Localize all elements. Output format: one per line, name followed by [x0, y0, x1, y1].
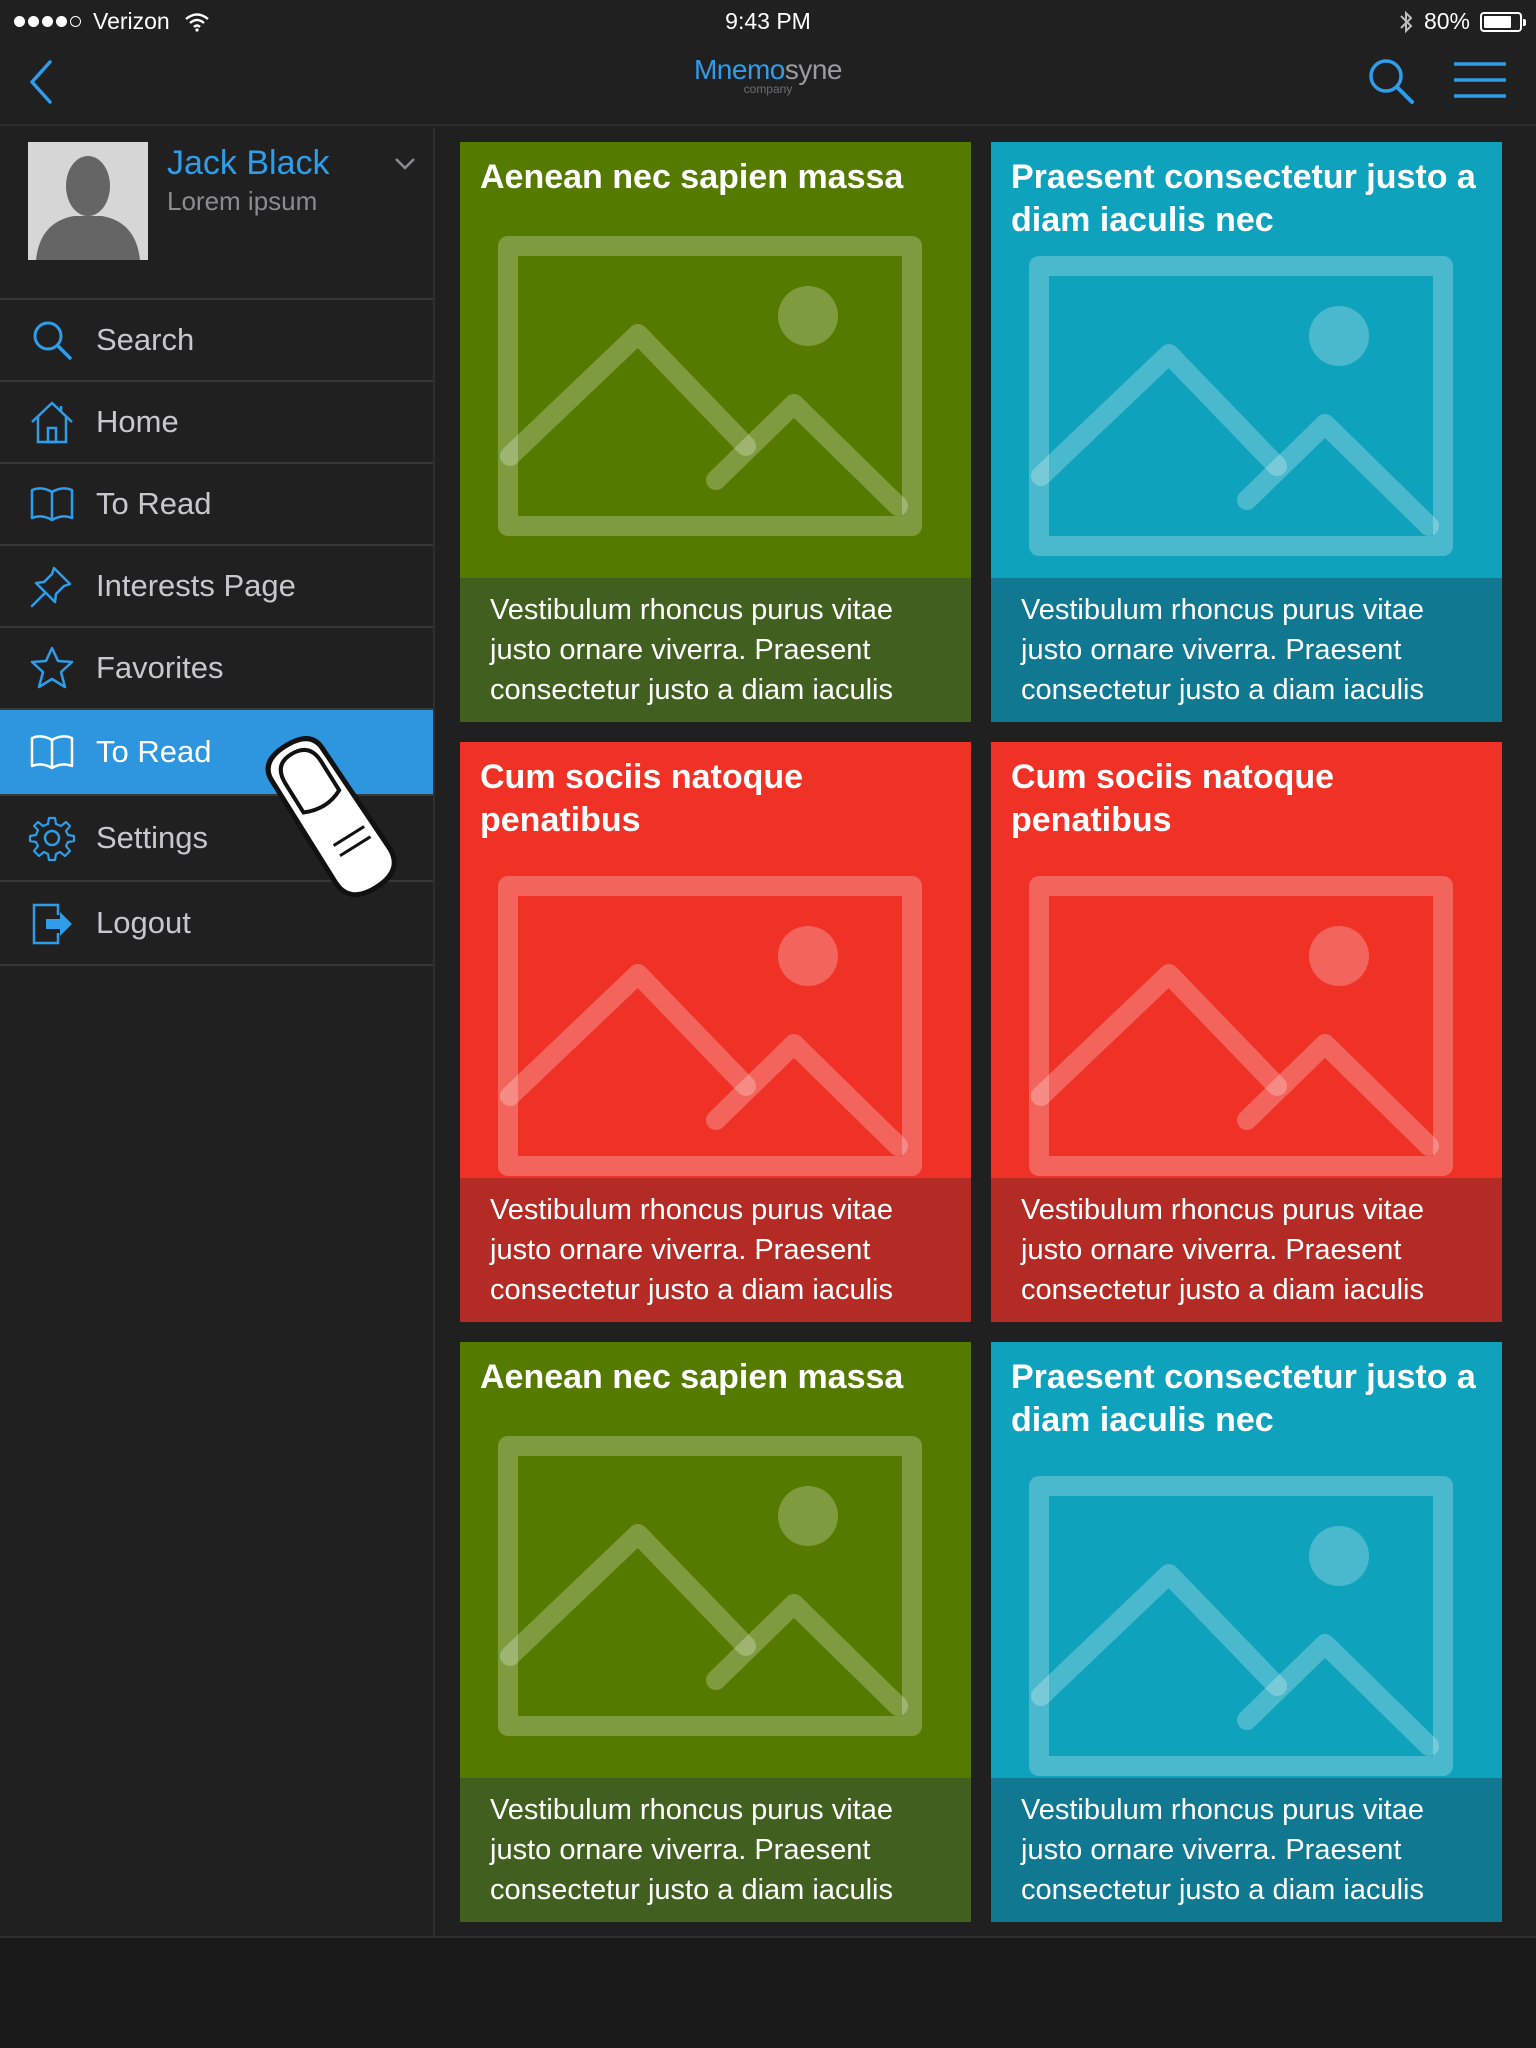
gear-icon — [28, 816, 76, 862]
status-time: 9:43 PM — [725, 8, 811, 34]
battery-icon — [1480, 11, 1526, 32]
status-bar: Verizon 9:43 PM 80% — [0, 0, 1536, 42]
sidebar-item-to-read-active[interactable]: To Read — [0, 710, 433, 796]
bluetooth-icon — [1400, 10, 1413, 33]
content-card[interactable]: Praesent consectetur justo a diam iaculi… — [991, 1342, 1502, 1922]
home-icon — [31, 401, 73, 444]
chevron-down-icon[interactable] — [392, 150, 418, 176]
image-placeholder-icon — [1029, 876, 1453, 1176]
card-title: Aenean nec sapien massa — [480, 1358, 904, 1396]
image-placeholder-icon — [1029, 256, 1453, 556]
sidebar: Jack Black Lorem ipsum Search Home To Re… — [0, 128, 435, 1936]
nav-bar: Mnemosyne company — [0, 42, 1536, 126]
sidebar-item-label: Favorites — [96, 650, 224, 685]
sidebar-item-logout[interactable]: Logout — [0, 882, 433, 966]
content-card[interactable]: Praesent consectetur justo a diam iaculi… — [991, 142, 1502, 722]
image-placeholder-icon — [498, 1436, 922, 1736]
sidebar-item-favorites[interactable]: Favorites — [0, 628, 433, 710]
content-card[interactable]: Cum sociis natoque penatibus Vestibulum … — [460, 742, 971, 1322]
hamburger-icon — [1454, 62, 1506, 98]
bottom-bar — [0, 1936, 1536, 2048]
sidebar-item-home[interactable]: Home — [0, 382, 433, 464]
card-title: Cum sociis natoque penatibus — [1011, 758, 1335, 839]
logo-tagline: company — [743, 82, 793, 96]
card-description: Vestibulum rhoncus purus vitae justo orn… — [991, 1178, 1502, 1322]
card-description: Vestibulum rhoncus purus vitae justo orn… — [460, 1778, 971, 1922]
profile-subtitle: Lorem ipsum — [167, 186, 318, 216]
sidebar-item-to-read[interactable]: To Read — [0, 464, 433, 546]
card-title: Praesent consectetur justo a diam iaculi… — [1011, 1358, 1476, 1439]
book-icon — [30, 735, 74, 770]
card-description: Vestibulum rhoncus purus vitae justo orn… — [460, 1178, 971, 1322]
sidebar-item-settings[interactable]: Settings — [0, 796, 433, 882]
search-button[interactable] — [1364, 54, 1420, 110]
search-icon — [33, 321, 72, 360]
image-placeholder-icon — [498, 236, 922, 536]
card-description: Vestibulum rhoncus purus vitae justo orn… — [991, 1778, 1502, 1922]
sidebar-item-label: To Read — [96, 734, 212, 769]
card-description: Vestibulum rhoncus purus vitae justo orn… — [460, 578, 971, 722]
star-icon — [30, 646, 74, 689]
card-title: Aenean nec sapien massa — [480, 158, 904, 196]
pin-icon — [30, 566, 72, 608]
app-logo: Mnemosyne company — [0, 54, 1536, 97]
card-title: Cum sociis natoque penatibus — [480, 758, 804, 839]
book-icon — [30, 487, 74, 522]
avatar — [28, 142, 148, 260]
image-placeholder-icon — [498, 876, 922, 1176]
sidebar-menu: Search Home To Read Interests Page Favor… — [0, 300, 433, 966]
sidebar-item-label: Logout — [96, 905, 191, 940]
battery-percent: 80% — [1423, 8, 1470, 34]
card-title: Praesent consectetur justo a diam iaculi… — [1011, 158, 1476, 239]
search-icon — [1369, 59, 1414, 104]
sidebar-item-interests-page[interactable]: Interests Page — [0, 546, 433, 628]
app-root: Verizon 9:43 PM 80% Mnemosyne company Ja… — [0, 0, 1536, 2048]
profile-header[interactable]: Jack Black Lorem ipsum — [0, 128, 433, 300]
sidebar-item-label: Interests Page — [96, 568, 296, 603]
sidebar-item-label: Search — [96, 322, 195, 357]
sidebar-item-label: To Read — [96, 486, 212, 521]
content-card[interactable]: Aenean nec sapien massa Vestibulum rhonc… — [460, 142, 971, 722]
status-right: 80% — [1398, 8, 1526, 35]
user-silhouette-icon — [28, 142, 148, 260]
card-description: Vestibulum rhoncus purus vitae justo orn… — [991, 578, 1502, 722]
hamburger-menu-button[interactable] — [1452, 58, 1508, 108]
content-card[interactable]: Cum sociis natoque penatibus Vestibulum … — [991, 742, 1502, 1322]
sidebar-item-search[interactable]: Search — [0, 300, 433, 382]
logout-icon — [32, 903, 72, 945]
profile-name: Jack Black — [167, 144, 330, 182]
sidebar-item-label: Settings — [96, 820, 209, 855]
logo-text-primary: Mnemo — [693, 54, 785, 85]
image-placeholder-icon — [1029, 1476, 1453, 1776]
content-card[interactable]: Aenean nec sapien massa Vestibulum rhonc… — [460, 1342, 971, 1922]
sidebar-item-label: Home — [96, 404, 179, 439]
logo-text-secondary: syne — [784, 54, 843, 85]
